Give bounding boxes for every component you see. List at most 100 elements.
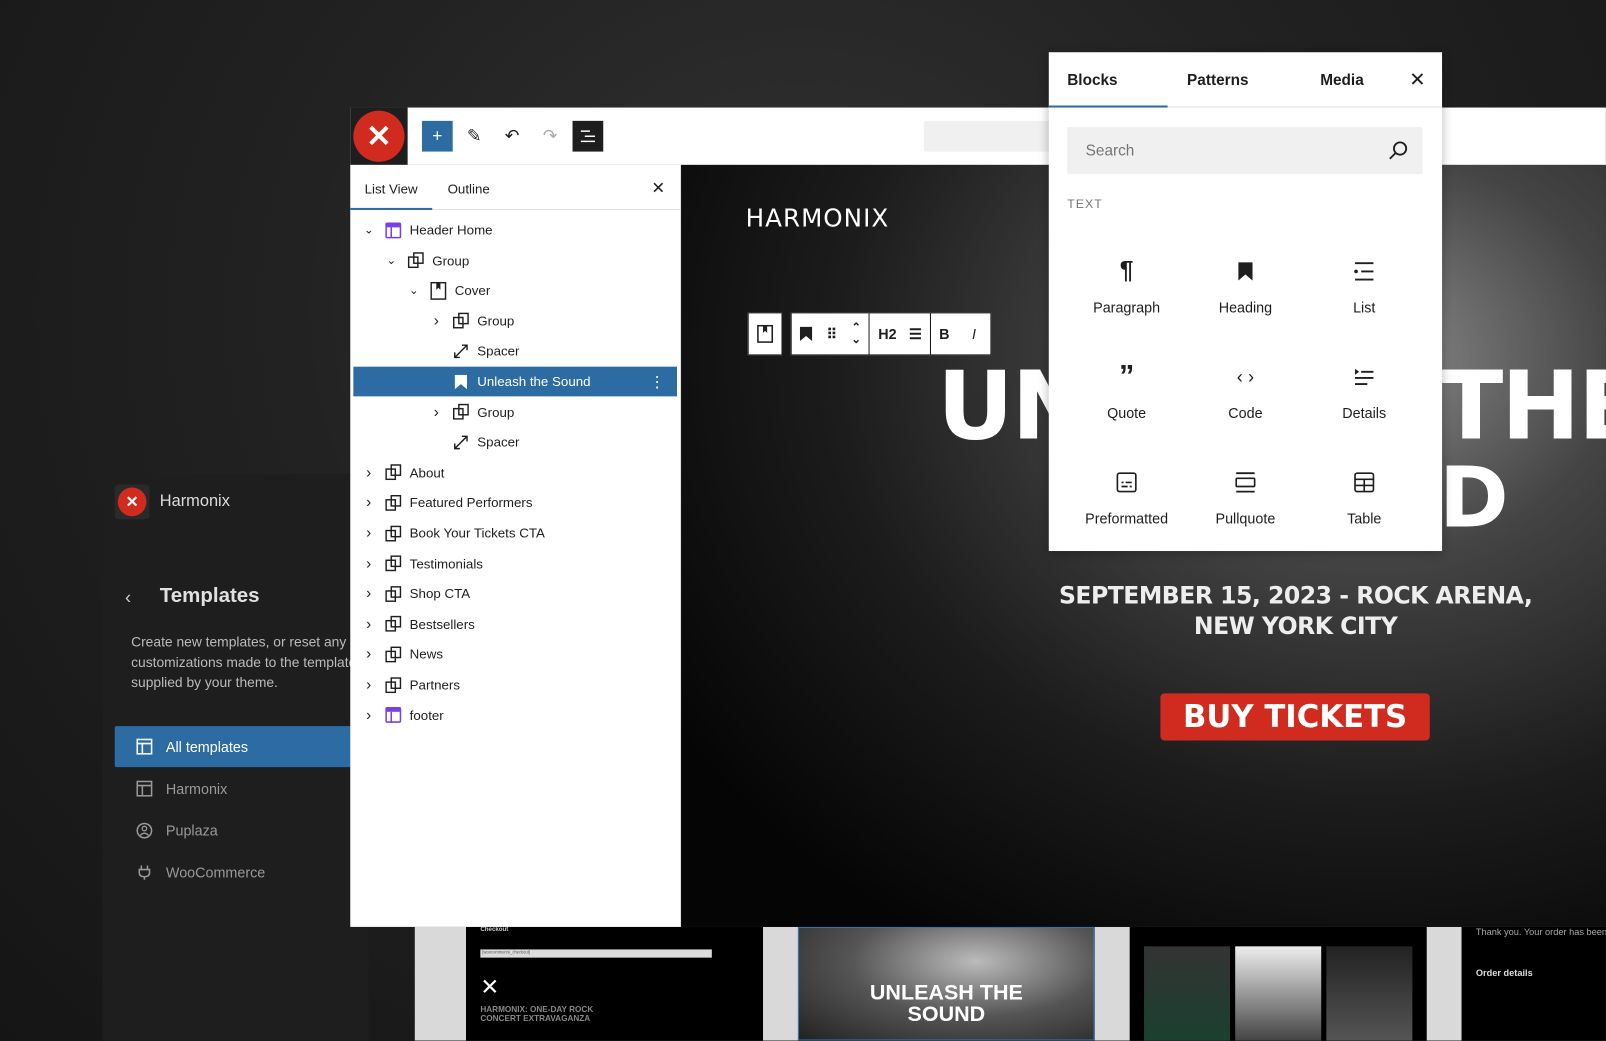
list-view-item[interactable]: › News [353, 640, 677, 670]
block-table[interactable]: Table [1305, 453, 1424, 555]
chevron-right-icon[interactable]: › [362, 615, 376, 632]
options-menu-icon[interactable]: ⋮ [649, 372, 664, 390]
nav-all-templates[interactable]: All templates [114, 726, 371, 768]
list-item-label: Group [432, 252, 470, 268]
block-heading[interactable]: Heading [1186, 242, 1305, 344]
block-preformatted[interactable]: Preformatted [1067, 453, 1186, 555]
list-item-label: Cover [454, 282, 491, 299]
cover-icon [757, 324, 774, 343]
site-sidebar: ✕ Harmonix ‹ Templates Create new templa… [102, 474, 371, 1041]
thumbnail-checkout[interactable]: Checkout [woocommerce_checkout] ✕ HARMON… [466, 926, 764, 1041]
list-view-item[interactable]: › Shop CTA [353, 579, 677, 609]
align-icon[interactable]: ☰ [909, 325, 922, 342]
block-list[interactable]: List [1305, 242, 1424, 344]
nav-puplaza[interactable]: Puplaza [115, 810, 371, 851]
chevron-right-icon[interactable]: › [429, 403, 443, 420]
search-icon [1389, 141, 1408, 160]
document-overview-icon[interactable] [572, 120, 604, 152]
list-item-label: About [409, 464, 445, 481]
list-view-item[interactable]: › Bestsellers [353, 609, 677, 639]
list-view-item[interactable]: › footer [353, 700, 677, 730]
details-icon [1353, 362, 1376, 393]
chevron-right-icon[interactable]: › [429, 312, 443, 329]
list-view-item[interactable]: ⌄ Cover [353, 276, 677, 306]
block-paragraph[interactable]: ¶ Paragraph [1067, 242, 1186, 344]
close-icon[interactable]: ✕ [1409, 69, 1425, 93]
bold-button[interactable]: B [939, 326, 949, 342]
chevron-right-icon[interactable]: › [362, 676, 376, 693]
hero-heading-part[interactable]: D [1439, 456, 1509, 541]
buy-tickets-button[interactable]: BUY TICKETS [1160, 693, 1430, 741]
nav-harmonix[interactable]: Harmonix [115, 768, 371, 809]
block-code[interactable]: ‹ › Code [1186, 347, 1305, 449]
block-quote[interactable]: ” Quote [1067, 347, 1186, 449]
list-view-item[interactable]: › Testimonials [353, 549, 677, 579]
undo-icon[interactable]: ↶ [497, 121, 528, 152]
tab-blocks[interactable]: Blocks [1067, 72, 1117, 89]
tab-outline[interactable]: Outline [448, 181, 490, 196]
chevron-right-icon[interactable]: › [362, 494, 376, 511]
tab-media[interactable]: Media [1320, 72, 1364, 89]
list-view-item[interactable]: › Group [353, 397, 677, 427]
back-chevron-icon[interactable]: ‹ [125, 587, 131, 609]
chevron-down-icon[interactable]: ⌄ [407, 284, 421, 297]
chevron-right-icon[interactable]: › [362, 646, 376, 663]
select-parent-button[interactable] [747, 312, 783, 356]
chevron-down-icon[interactable]: ⌄ [362, 223, 376, 236]
chevron-right-icon[interactable]: › [362, 706, 376, 723]
template-thumbnails: Checkout [woocommerce_checkout] ✕ HARMON… [414, 926, 1606, 1041]
close-icon[interactable]: ✕ [651, 178, 665, 198]
chevron-right-icon[interactable]: › [362, 585, 376, 602]
heading-level-button[interactable]: H2 [878, 326, 896, 342]
pencil-icon[interactable]: ✎ [459, 121, 490, 152]
list-view-item[interactable]: › About [353, 458, 677, 488]
list-item-label: News [409, 646, 443, 663]
group-icon [384, 584, 402, 602]
template-part-icon [384, 706, 402, 724]
list-view-item[interactable]: ⌄ Header Home [353, 215, 677, 245]
list-view-item[interactable]: Spacer [353, 336, 677, 366]
chevron-right-icon[interactable]: › [362, 464, 376, 481]
nav-woocommerce[interactable]: WooCommerce [115, 852, 371, 893]
thumbnail-home[interactable]: UNLEASH THE SOUND [797, 926, 1095, 1041]
site-name[interactable]: Harmonix [160, 493, 230, 511]
list-view-item[interactable]: Unleash the Sound ⋮ [353, 366, 677, 397]
tab-patterns[interactable]: Patterns [1187, 72, 1248, 89]
drag-handle-icon[interactable]: ⠿ [827, 325, 838, 342]
italic-button[interactable]: I [972, 326, 976, 342]
event-line: SEPTEMBER 15, 2023 - ROCK ARENA, [1058, 582, 1533, 610]
block-pullquote[interactable]: Pullquote [1186, 453, 1305, 555]
event-details[interactable]: SEPTEMBER 15, 2023 - ROCK ARENA, NEW YOR… [1029, 581, 1562, 642]
block-search-input[interactable]: Search [1067, 127, 1423, 175]
list-view-item[interactable]: Spacer [353, 427, 677, 457]
chevron-down-icon[interactable]: ⌄ [384, 254, 398, 267]
plug-icon [135, 863, 153, 881]
heading-bookmark-icon[interactable] [799, 326, 813, 342]
redo-icon[interactable]: ↷ [535, 121, 566, 152]
harmonix-logo-icon: ✕ [480, 974, 500, 1000]
site-icon-button[interactable]: ✕ [350, 107, 408, 165]
move-up-down-icon[interactable]: ⌃ ⌄ [851, 322, 860, 347]
list-item-label: Testimonials [409, 555, 483, 572]
hero-heading-part[interactable]: THE [1439, 359, 1606, 453]
user-circle-icon [135, 821, 153, 839]
list-view-item[interactable]: ⌄ Group [353, 245, 677, 275]
site-logo[interactable]: ✕ [114, 484, 150, 520]
thumbnail-gallery[interactable] [1129, 926, 1427, 1041]
block-details[interactable]: Details [1305, 347, 1424, 449]
list-view-item[interactable]: › Partners [353, 670, 677, 700]
site-logo-text[interactable]: HARMONIX [746, 204, 890, 233]
add-block-button[interactable]: + [421, 120, 453, 152]
thumb-text: CONCERT EXTRAVAGANZA [480, 1013, 591, 1024]
group-icon [384, 524, 402, 542]
chevron-right-icon[interactable]: › [362, 555, 376, 572]
list-item-label: footer [409, 707, 444, 723]
list-view-item[interactable]: › Book Your Tickets CTA [353, 518, 677, 548]
thumbnail-order[interactable]: Thank you. Your order has been received.… [1461, 926, 1606, 1041]
chevron-right-icon[interactable]: › [362, 524, 376, 541]
list-view-item[interactable]: › Featured Performers [353, 488, 677, 518]
description-line: supplied by your theme. [131, 674, 278, 691]
block-label: Details [1342, 404, 1387, 421]
list-view-item[interactable]: › Group [353, 306, 677, 336]
tab-list-view[interactable]: List View [365, 181, 418, 196]
